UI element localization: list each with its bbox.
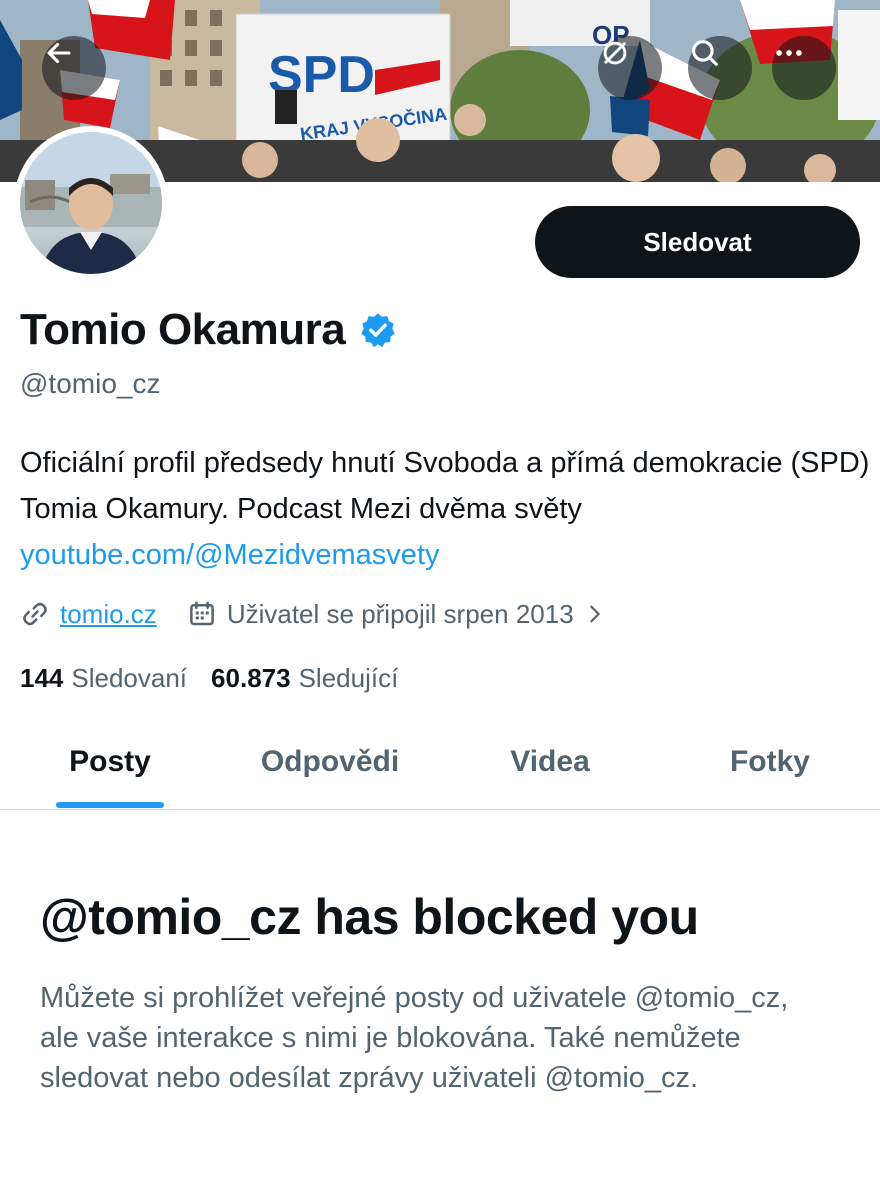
bio-text: Oficiální profil předsedy hnutí Svoboda … — [20, 447, 870, 525]
tab-label: Posty — [69, 745, 151, 778]
followers-stat[interactable]: 60.873 Sledující — [211, 663, 398, 694]
tab-photos[interactable]: Fotky — [660, 724, 880, 800]
chevron-right-icon[interactable] — [584, 603, 606, 625]
following-label: Sledovaní — [71, 662, 188, 693]
active-tab-indicator — [56, 802, 164, 808]
followers-label: Sledující — [298, 662, 399, 693]
following-stat[interactable]: 144 Sledovaní — [20, 663, 187, 694]
tab-label: Videa — [510, 745, 590, 778]
followers-count: 60.873 — [211, 662, 291, 693]
tab-label: Fotky — [729, 745, 810, 778]
bio-link[interactable]: youtube.com/@Mezidvemasvety — [20, 539, 440, 571]
back-button[interactable] — [42, 36, 106, 100]
avatar-image — [20, 132, 162, 274]
search-button[interactable] — [688, 36, 752, 100]
profile-meta: tomio.cz Uživatel se připojil srpen 2013 — [20, 594, 606, 634]
tab-label: Odpovědi — [260, 745, 400, 778]
blocked-description: Můžete si prohlížet veřejné posty od uži… — [40, 982, 789, 1094]
following-count: 144 — [20, 662, 64, 693]
profile-name: Tomio Okamura — [20, 305, 346, 354]
more-button[interactable] — [772, 36, 836, 100]
profile-avatar[interactable] — [14, 126, 168, 280]
grok-button[interactable] — [598, 36, 662, 100]
verified-badge-icon[interactable] — [359, 311, 397, 349]
circle-slash-icon — [603, 41, 627, 65]
profile-name-row: Tomio Okamura — [20, 302, 397, 358]
profile-handle: @tomio_cz — [20, 368, 161, 399]
profile-tabs: Posty Odpovědi Videa Fotky — [0, 724, 880, 810]
tab-replies[interactable]: Odpovědi — [220, 724, 440, 800]
joined-date[interactable]: Uživatel se připojil srpen 2013 — [227, 599, 574, 630]
profile-bio: Oficiální profil předsedy hnutí Svoboda … — [20, 440, 870, 578]
link-icon — [23, 602, 47, 626]
website-link[interactable]: tomio.cz — [60, 599, 157, 630]
more-horizontal-icon — [776, 50, 802, 56]
profile-stats: 144 Sledovaní 60.873 Sledující — [20, 658, 422, 698]
blocked-title: @tomio_cz has blocked you — [40, 889, 699, 945]
tab-videos[interactable]: Videa — [440, 724, 660, 800]
tab-posts[interactable]: Posty — [0, 724, 220, 808]
search-icon — [692, 40, 718, 66]
calendar-icon — [189, 601, 214, 626]
follow-button[interactable]: Sledovat — [535, 206, 860, 278]
arrow-left-icon — [47, 42, 71, 64]
